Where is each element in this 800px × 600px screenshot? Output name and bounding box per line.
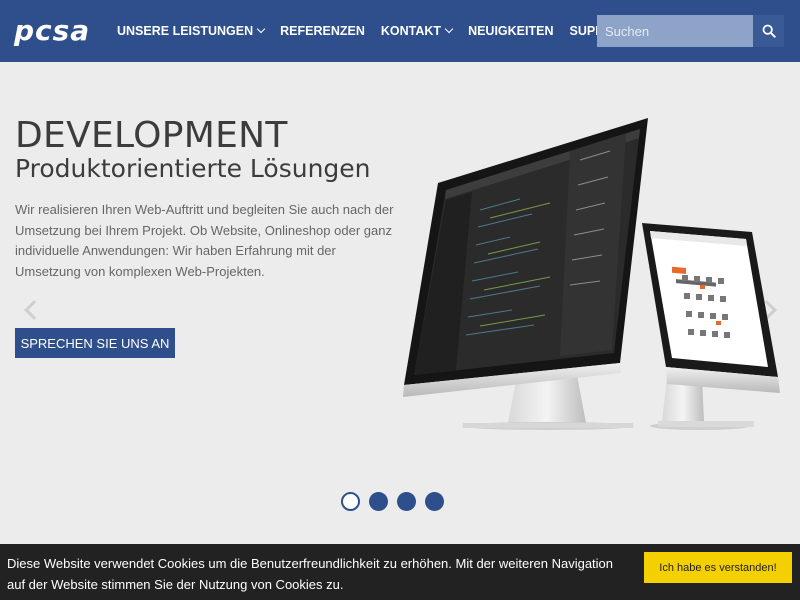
- nav-label: UNSERE LEISTUNGEN: [117, 24, 254, 38]
- small-monitor: [642, 223, 780, 430]
- chevron-down-icon: [444, 24, 454, 34]
- slider-dots: [341, 492, 453, 511]
- search-button[interactable]: [753, 15, 784, 47]
- desktop-monitor: [403, 118, 648, 430]
- slider-prev-arrow[interactable]: [24, 300, 44, 320]
- nav-item-unsere-leistungen[interactable]: UNSERE LEISTUNGEN: [117, 24, 266, 38]
- nav-label: REFERENZEN: [280, 24, 365, 38]
- hero-subtitle: Produktorientierte Lösungen: [15, 154, 371, 183]
- slider-dot-4[interactable]: [425, 492, 444, 511]
- cookie-accept-button[interactable]: Ich habe es verstanden!: [644, 552, 792, 583]
- cookie-text: Diese Website verwendet Cookies um die B…: [7, 556, 614, 592]
- main-nav: UNSERE LEISTUNGEN REFERENZEN KONTAKT NEU…: [117, 0, 646, 62]
- contact-cta-button[interactable]: SPRECHEN SIE UNS AN: [15, 328, 175, 358]
- hero-title: DEVELOPMENT: [15, 115, 288, 156]
- nav-item-neuigkeiten[interactable]: NEUIGKEITEN: [468, 24, 553, 38]
- monitor-illustration: [403, 118, 780, 430]
- nav-label: KONTAKT: [380, 24, 442, 38]
- nav-item-kontakt[interactable]: KONTAKT: [380, 24, 454, 38]
- search-icon: [762, 24, 776, 38]
- site-header: pcsa UNSERE LEISTUNGEN REFERENZEN KONTAK…: [0, 0, 800, 62]
- hero-text: Wir realisieren Ihren Web-Auftritt und b…: [15, 202, 394, 279]
- chevron-down-icon: [256, 24, 266, 34]
- search-input[interactable]: [597, 15, 753, 47]
- nav-label: NEUIGKEITEN: [468, 24, 554, 38]
- logo[interactable]: pcsa: [14, 17, 90, 45]
- nav-item-referenzen[interactable]: REFERENZEN: [280, 24, 365, 38]
- slider-dot-3[interactable]: [397, 492, 416, 511]
- slider-dot-2[interactable]: [369, 492, 388, 511]
- slider-dot-1[interactable]: [341, 492, 360, 511]
